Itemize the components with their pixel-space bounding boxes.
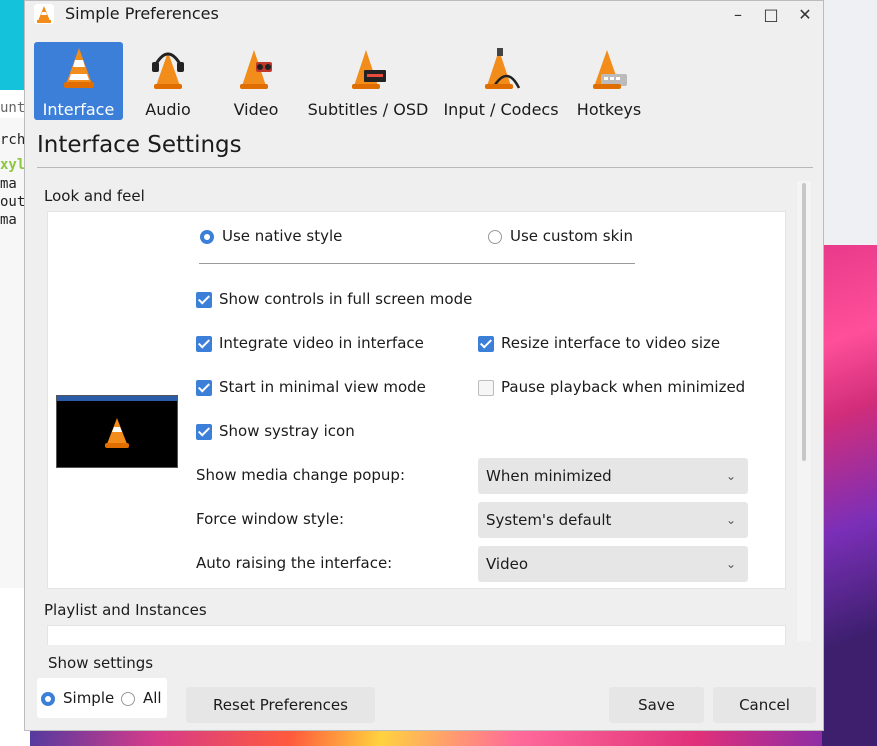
native-style-label: Use native style [222,227,343,245]
show-controls-label: Show controls in full screen mode [219,290,473,308]
chevron-down-icon: ⌄ [725,513,736,527]
maximize-icon[interactable]: □ [760,3,782,25]
style-divider [199,263,635,264]
custom-skin-radio[interactable] [488,230,502,244]
resize-interface-checkbox[interactable] [478,336,494,352]
tab-hotkeys[interactable]: Hotkeys [573,42,645,120]
glasses-cone-icon [240,50,272,89]
show-controls-checkbox[interactable] [196,292,212,308]
chevron-down-icon: ⌄ [725,557,736,571]
minimize-icon[interactable]: – [727,3,749,25]
window-style-dropdown[interactable]: System's default ⌄ [478,502,748,538]
preferences-window: Simple Preferences – □ ✕ Interface Audio [24,0,824,731]
window-style-label: Force window style: [196,510,345,528]
desktop-wallpaper-right [822,0,877,746]
vlc-cone-icon [105,418,129,448]
playlist-instances-panel [47,625,786,645]
cable-cone-icon [485,48,521,89]
playlist-instances-label: Playlist and Instances [44,601,207,619]
systray-checkbox[interactable] [196,424,212,440]
tab-interface[interactable]: Interface [34,42,123,120]
vlc-app-icon [34,4,54,24]
tab-input-codecs[interactable]: Input / Codecs [443,42,559,120]
simple-radio[interactable] [41,692,55,706]
tab-video[interactable]: Video [223,42,289,120]
close-icon[interactable]: ✕ [794,3,816,25]
title-divider [37,167,813,168]
media-popup-label: Show media change popup: [196,466,406,484]
tab-subtitles-osd[interactable]: Subtitles / OSD [307,42,429,120]
minimal-view-checkbox[interactable] [196,380,212,396]
all-label: All [143,689,162,707]
pause-minimized-label: Pause playback when minimized [501,378,746,396]
settings-scrollbar[interactable] [797,181,811,641]
all-radio[interactable] [121,692,135,706]
title-bar[interactable]: Simple Preferences – □ ✕ [25,1,823,27]
simple-label: Simple [63,689,115,707]
interface-preview-image [56,395,178,468]
auto-raising-label: Auto raising the interface: [196,554,393,572]
minimal-view-label: Start in minimal view mode [219,378,426,396]
media-popup-dropdown[interactable]: When minimized ⌄ [478,458,748,494]
headphones-cone-icon [152,52,184,89]
vlc-cone-icon [63,48,94,88]
chevron-down-icon: ⌄ [725,469,736,483]
systray-label: Show systray icon [219,422,355,440]
cancel-button[interactable]: Cancel [713,687,816,723]
tab-audio[interactable]: Audio [135,42,201,120]
keyboard-cone-icon [593,50,627,89]
auto-raising-dropdown[interactable]: Video ⌄ [478,546,748,582]
scrollbar-thumb[interactable] [802,183,806,461]
pause-minimized-checkbox[interactable] [478,380,494,396]
resize-interface-label: Resize interface to video size [501,334,721,352]
subtitles-cone-icon [352,50,386,89]
show-settings-label: Show settings [48,654,154,672]
integrate-video-checkbox[interactable] [196,336,212,352]
save-button[interactable]: Save [609,687,704,723]
reset-preferences-button[interactable]: Reset Preferences [186,687,375,723]
native-style-radio[interactable] [200,230,214,244]
look-and-feel-label: Look and feel [44,187,145,205]
page-title: Interface Settings [37,132,242,158]
window-title: Simple Preferences [65,4,219,23]
integrate-video-label: Integrate video in interface [219,334,424,352]
custom-skin-label: Use custom skin [510,227,633,245]
